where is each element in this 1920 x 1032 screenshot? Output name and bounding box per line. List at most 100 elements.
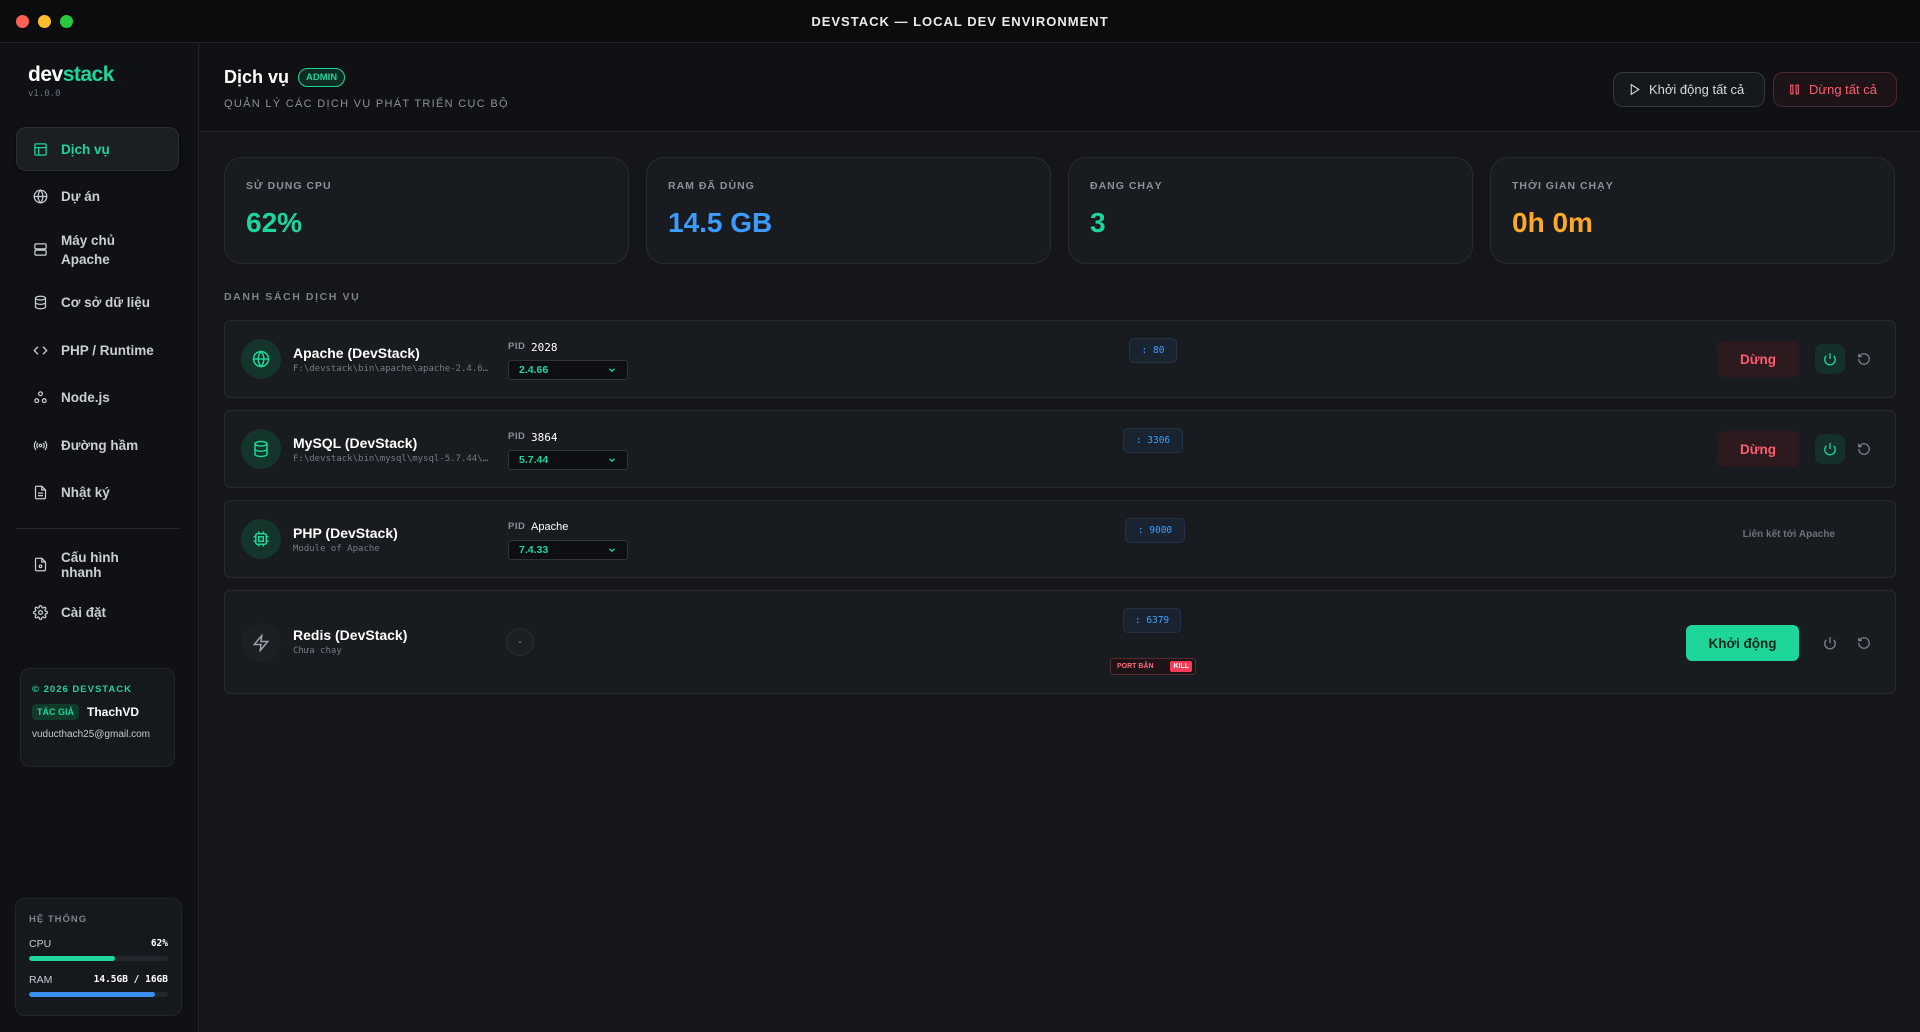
pid-label: PID [508, 521, 526, 532]
pid-value: Apache [531, 521, 569, 533]
service-row-mysql: MySQL (DevStack) F:\devstack\bin\mysql\m… [224, 410, 1896, 488]
gear-icon [33, 604, 48, 620]
chevron-down-icon [609, 548, 615, 553]
stat-uptime: THỜI GIAN CHẠY 0h 0m [1490, 157, 1895, 264]
stat-value: 3 [1090, 207, 1106, 238]
pid-placeholder: - [506, 628, 534, 656]
pid-value: 3864 [531, 431, 558, 444]
service-name: Redis (DevStack) [293, 627, 408, 643]
stat-label: THỜI GIAN CHẠY [1512, 180, 1614, 192]
database-icon [254, 440, 268, 458]
credit-card: © 2026 DEVSTACK TÁC GIẢ ThachVD vuductha… [20, 668, 175, 767]
system-monitor: HỆ THỐNG CPU 62% RAM 14.5GB / 16GB [15, 898, 182, 1016]
title-bar: DEVSTACK — LOCAL DEV ENVIRONMENT [0, 0, 1920, 43]
stat-cpu: SỬ DỤNG CPU 62% [224, 157, 629, 264]
version-select[interactable]: 5.7.44 [508, 450, 628, 470]
window-controls [16, 15, 73, 28]
refresh-icon [1858, 443, 1870, 455]
stop-button[interactable]: Dừng [1717, 341, 1799, 377]
sidebar-item-database[interactable]: Cơ sở dữ liệu [16, 281, 179, 325]
services-heading: DANH SÁCH DỊCH VỤ [224, 291, 361, 303]
broadcast-icon [33, 440, 48, 450]
stat-label: RAM ĐÃ DÙNG [668, 180, 755, 192]
minimize-window-button[interactable] [38, 15, 51, 28]
sidebar-item-label: Cấu hình nhanh [61, 549, 119, 580]
stat-label: SỬ DỤNG CPU [246, 180, 332, 192]
service-path: F:\devstack\bin\mysql\mysql-5.7.44\… [293, 454, 489, 464]
restart-button[interactable] [1849, 344, 1879, 374]
power-button[interactable] [1815, 628, 1845, 658]
stat-ram: RAM ĐÃ DÙNG 14.5 GB [646, 157, 1051, 264]
sidebar-item-label: Node.js [61, 390, 110, 405]
chevron-down-icon [609, 368, 615, 373]
sidebar-item-label: Dịch vụ [61, 141, 110, 157]
copyright: © 2026 DEVSTACK [32, 684, 132, 695]
window-title: DEVSTACK — LOCAL DEV ENVIRONMENT [811, 13, 1109, 29]
refresh-icon [1858, 353, 1870, 365]
port-badge: : 80 [1129, 338, 1177, 363]
sidebar-item-tunnel[interactable]: Đường hầm [16, 423, 179, 467]
power-icon [1824, 637, 1836, 650]
stop-all-label: Dừng tất cả [1809, 82, 1877, 97]
sidebar-item-services[interactable]: Dịch vụ [16, 127, 179, 171]
restart-button[interactable] [1849, 434, 1879, 464]
ram-value: 14.5GB / 16GB [93, 974, 168, 985]
ram-label: RAM [29, 974, 53, 986]
stop-all-button[interactable]: Dừng tất cả [1773, 72, 1897, 107]
stop-button[interactable]: Dừng [1717, 431, 1799, 467]
kill-button[interactable]: KILL [1170, 661, 1192, 672]
sidebar-item-settings[interactable]: Cài đặt [16, 590, 179, 634]
chevron-down-icon [609, 458, 615, 463]
pid-value: 2028 [531, 341, 558, 354]
version-select[interactable]: 7.4.33 [508, 540, 628, 560]
power-button[interactable] [1815, 344, 1845, 374]
version-value: 7.4.33 [519, 544, 549, 556]
service-name: PHP (DevStack) [293, 525, 398, 541]
sidebar-item-logs[interactable]: Nhật ký [16, 471, 179, 515]
stat-value: 0h 0m [1512, 207, 1593, 238]
sidebar-item-label: Máy chủ Apache [61, 232, 116, 267]
chip-icon [253, 531, 269, 547]
author-tag: TÁC GIẢ [32, 704, 79, 720]
ram-bar [29, 992, 168, 997]
page-subtitle: QUẢN LÝ CÁC DỊCH VỤ PHÁT TRIỂN CỤC BỘ [224, 98, 509, 110]
sidebar-item-projects[interactable]: Dự án [16, 175, 179, 219]
start-button[interactable]: Khởi động [1686, 625, 1799, 661]
author-email: vuducthach25@gmail.com [32, 729, 150, 740]
power-button[interactable] [1815, 434, 1845, 464]
start-all-label: Khởi động tất cả [1649, 82, 1745, 97]
sidebar-divider [16, 527, 179, 529]
restart-button[interactable] [1849, 628, 1879, 658]
app-logo: devstack [28, 63, 114, 86]
sidebar-nav: Dịch vụ Dự án Máy chủ Apache Cơ sở dữ li… [16, 127, 179, 638]
port-badge: : 3306 [1123, 428, 1183, 453]
sidebar-item-label: Cơ sở dữ liệu [61, 295, 150, 310]
sidebar-item-label: Cài đặt [61, 604, 107, 620]
cpu-bar-fill [29, 956, 116, 961]
version-select[interactable]: 2.4.66 [508, 360, 628, 380]
author-name: ThachVD [87, 705, 140, 719]
power-icon [1824, 443, 1836, 456]
port-busy-label: PORT BẬN [1117, 663, 1154, 670]
maximize-window-button[interactable] [60, 15, 73, 28]
sidebar-item-nodejs[interactable]: Node.js [16, 376, 179, 420]
start-all-button[interactable]: Khởi động tất cả [1613, 72, 1765, 107]
close-window-button[interactable] [16, 15, 29, 28]
cpu-label: CPU [29, 938, 52, 950]
pause-icon [1790, 84, 1799, 95]
file-text-icon [34, 485, 47, 500]
cpu-bar [29, 956, 168, 961]
globe-icon [252, 350, 270, 368]
sidebar-item-php[interactable]: PHP / Runtime [16, 328, 179, 372]
service-icon [241, 429, 281, 469]
sidebar-item-label: PHP / Runtime [61, 342, 154, 358]
pid-label: PID [508, 341, 526, 352]
pid-label: PID [508, 431, 526, 442]
file-config-icon [34, 557, 47, 572]
cpu-value: 62% [150, 938, 168, 949]
sidebar-item-quick-config[interactable]: Cấu hình nhanh [16, 543, 179, 587]
app-version: v1.0.0 [28, 89, 61, 99]
ram-bar-fill [29, 992, 155, 997]
sidebar-item-apache[interactable]: Máy chủ Apache [16, 222, 179, 277]
linked-to-apache: Liên kết tới Apache [1742, 529, 1835, 540]
